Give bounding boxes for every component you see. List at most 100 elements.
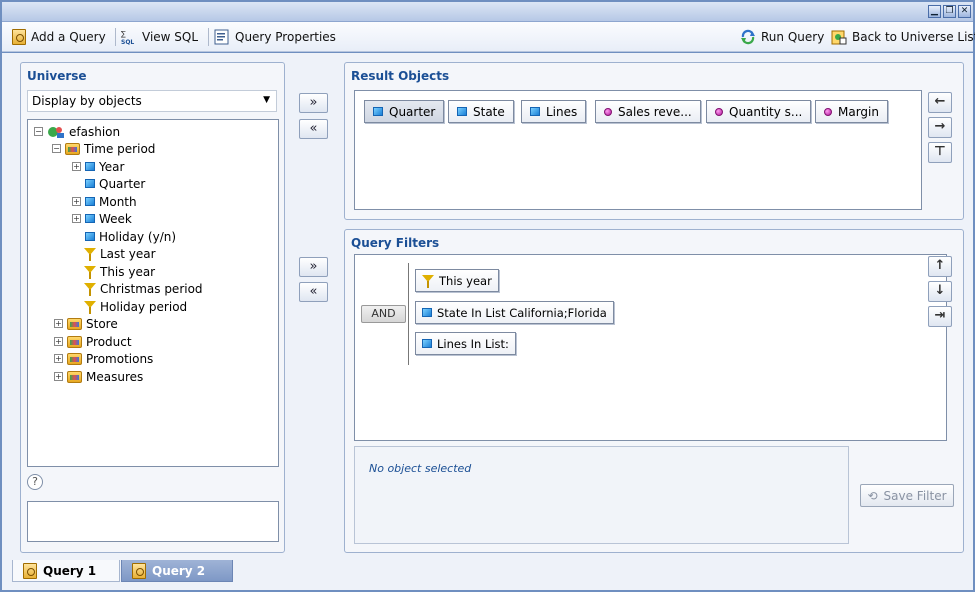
tree-label: Product bbox=[86, 334, 132, 349]
tree-node-promotions[interactable]: + Promotions bbox=[54, 350, 153, 367]
and-operator-button[interactable]: AND bbox=[361, 305, 406, 323]
tree-label: Promotions bbox=[86, 351, 154, 366]
tree-node-last-year[interactable]: Last year bbox=[84, 245, 156, 262]
result-objects-panel: Result Objects Quarter State Lines Sales… bbox=[344, 62, 964, 220]
tree-node-holiday-yn[interactable]: Holiday (y/n) bbox=[85, 228, 176, 245]
move-left-button[interactable]: ← bbox=[928, 92, 952, 113]
arrow-right-icon: → bbox=[934, 119, 946, 134]
collapse-icon[interactable]: − bbox=[34, 127, 43, 136]
remove-filter-button[interactable]: « bbox=[299, 282, 328, 302]
expand-icon[interactable]: + bbox=[72, 197, 81, 206]
query-properties-button[interactable]: Query Properties bbox=[214, 28, 336, 46]
run-query-icon bbox=[740, 29, 756, 45]
filter-this-year[interactable]: This year bbox=[415, 269, 499, 292]
tree-label: Christmas period bbox=[100, 281, 203, 296]
result-object-state[interactable]: State bbox=[448, 100, 514, 123]
add-query-label: Add a Query bbox=[31, 30, 106, 44]
arrow-down-icon: ↓ bbox=[934, 283, 946, 298]
expand-icon[interactable]: + bbox=[54, 337, 63, 346]
svg-text:SQL: SQL bbox=[121, 39, 134, 45]
add-filter-button[interactable]: » bbox=[299, 257, 328, 277]
dimension-icon bbox=[85, 179, 95, 188]
tree-node-this-year[interactable]: This year bbox=[84, 263, 155, 280]
collapse-icon[interactable]: − bbox=[52, 144, 61, 153]
sql-icon: ∑ SQL bbox=[121, 29, 137, 46]
tree-label: Holiday (y/n) bbox=[99, 229, 177, 244]
result-object-lines[interactable]: Lines bbox=[521, 100, 587, 123]
view-sql-button[interactable]: ∑ SQL View SQL bbox=[121, 28, 198, 46]
result-objects-title: Result Objects bbox=[351, 69, 450, 83]
tree-label: efashion bbox=[69, 124, 121, 139]
refresh-icon: ⟲ bbox=[867, 488, 878, 503]
move-up-button[interactable]: ↑ bbox=[928, 256, 952, 277]
dimension-icon bbox=[530, 107, 540, 116]
move-down-button[interactable]: ↓ bbox=[928, 281, 952, 302]
tree-node-christmas-period[interactable]: Christmas period bbox=[84, 280, 203, 297]
svg-text:∑: ∑ bbox=[121, 30, 126, 38]
object-description-box bbox=[27, 501, 279, 542]
filter-icon bbox=[84, 283, 96, 296]
dimension-icon bbox=[85, 162, 95, 171]
expand-icon[interactable]: + bbox=[54, 354, 63, 363]
move-right-button[interactable]: → bbox=[928, 117, 952, 138]
display-mode-value: Display by objects bbox=[32, 94, 142, 108]
filter-label: Lines In List: bbox=[437, 336, 509, 351]
run-query-button[interactable]: Run Query bbox=[740, 28, 824, 46]
result-object-label: Margin bbox=[838, 104, 879, 119]
tree-label: Time period bbox=[84, 141, 156, 156]
universe-panel: Universe Display by objects ▼ − efashion… bbox=[20, 62, 285, 553]
query-filters-drop-zone[interactable]: AND This year State In List California;F… bbox=[354, 254, 947, 441]
tree-node-month[interactable]: + Month bbox=[72, 193, 137, 210]
sort-button[interactable]: ⊤ bbox=[928, 142, 952, 163]
filter-label: This year bbox=[439, 273, 492, 288]
class-folder-icon bbox=[67, 317, 82, 330]
result-object-quantity-sold[interactable]: Quantity s... bbox=[706, 100, 812, 123]
class-folder-icon bbox=[67, 335, 82, 348]
display-mode-select[interactable]: Display by objects ▼ bbox=[27, 90, 277, 112]
add-query-button[interactable]: Add a Query bbox=[12, 28, 106, 46]
no-object-selected-text: No object selected bbox=[369, 462, 472, 475]
tree-label: Store bbox=[86, 316, 118, 331]
tree-label: This year bbox=[100, 264, 156, 279]
filter-lines-in-list[interactable]: Lines In List: bbox=[415, 332, 516, 355]
result-object-margin[interactable]: Margin bbox=[815, 100, 888, 123]
tree-node-quarter[interactable]: Quarter bbox=[85, 175, 145, 192]
tree-node-product[interactable]: + Product bbox=[54, 333, 132, 350]
result-object-sales-revenue[interactable]: Sales reve... bbox=[595, 100, 701, 123]
back-to-universe-list-label: Back to Universe List bbox=[852, 30, 975, 44]
help-icon[interactable]: ? bbox=[27, 474, 43, 490]
back-to-universe-list-button[interactable]: Back to Universe List bbox=[831, 28, 975, 46]
query-panel-area: Universe Display by objects ▼ − efashion… bbox=[2, 53, 973, 560]
minimize-icon[interactable]: ▁ bbox=[928, 5, 941, 18]
result-objects-drop-zone[interactable]: Quarter State Lines Sales reve... Quanti… bbox=[354, 90, 922, 210]
tree-node-measures[interactable]: + Measures bbox=[54, 368, 143, 385]
save-filter-button[interactable]: ⟲ Save Filter bbox=[860, 484, 954, 507]
tree-node-efashion[interactable]: − efashion bbox=[34, 123, 120, 140]
expand-icon[interactable]: + bbox=[54, 319, 63, 328]
tab-query-2[interactable]: Query 2 bbox=[121, 560, 233, 582]
close-icon[interactable]: ✕ bbox=[958, 5, 971, 18]
result-object-label: Quarter bbox=[389, 104, 436, 119]
tab-query-1[interactable]: Query 1 bbox=[12, 560, 120, 582]
tree-node-year[interactable]: + Year bbox=[72, 158, 124, 175]
arrow-up-icon: ↑ bbox=[934, 258, 946, 273]
result-object-quarter[interactable]: Quarter bbox=[364, 100, 445, 123]
universe-list-icon bbox=[831, 29, 847, 45]
measure-icon bbox=[824, 107, 832, 116]
tree-node-time-period[interactable]: − Time period bbox=[52, 140, 155, 157]
tree-node-holiday-period[interactable]: Holiday period bbox=[84, 298, 187, 315]
tree-node-store[interactable]: + Store bbox=[54, 315, 118, 332]
filter-icon bbox=[84, 301, 96, 314]
add-result-objects-button[interactable]: » bbox=[299, 93, 328, 113]
tree-label: Month bbox=[99, 194, 137, 209]
remove-result-objects-button[interactable]: « bbox=[299, 119, 328, 139]
expand-icon[interactable]: + bbox=[72, 214, 81, 223]
tree-node-week[interactable]: + Week bbox=[72, 210, 132, 227]
filter-state-in-list[interactable]: State In List California;Florida bbox=[415, 301, 614, 324]
expand-icon[interactable]: + bbox=[72, 162, 81, 171]
restore-icon[interactable]: ❐ bbox=[943, 5, 956, 18]
expand-icon[interactable]: + bbox=[54, 372, 63, 381]
nest-filter-button[interactable]: ⇥ bbox=[928, 306, 952, 327]
universe-tree[interactable]: − efashion − Time period + Year Quarter bbox=[27, 119, 279, 467]
chevron-down-icon[interactable]: ▼ bbox=[263, 95, 270, 105]
